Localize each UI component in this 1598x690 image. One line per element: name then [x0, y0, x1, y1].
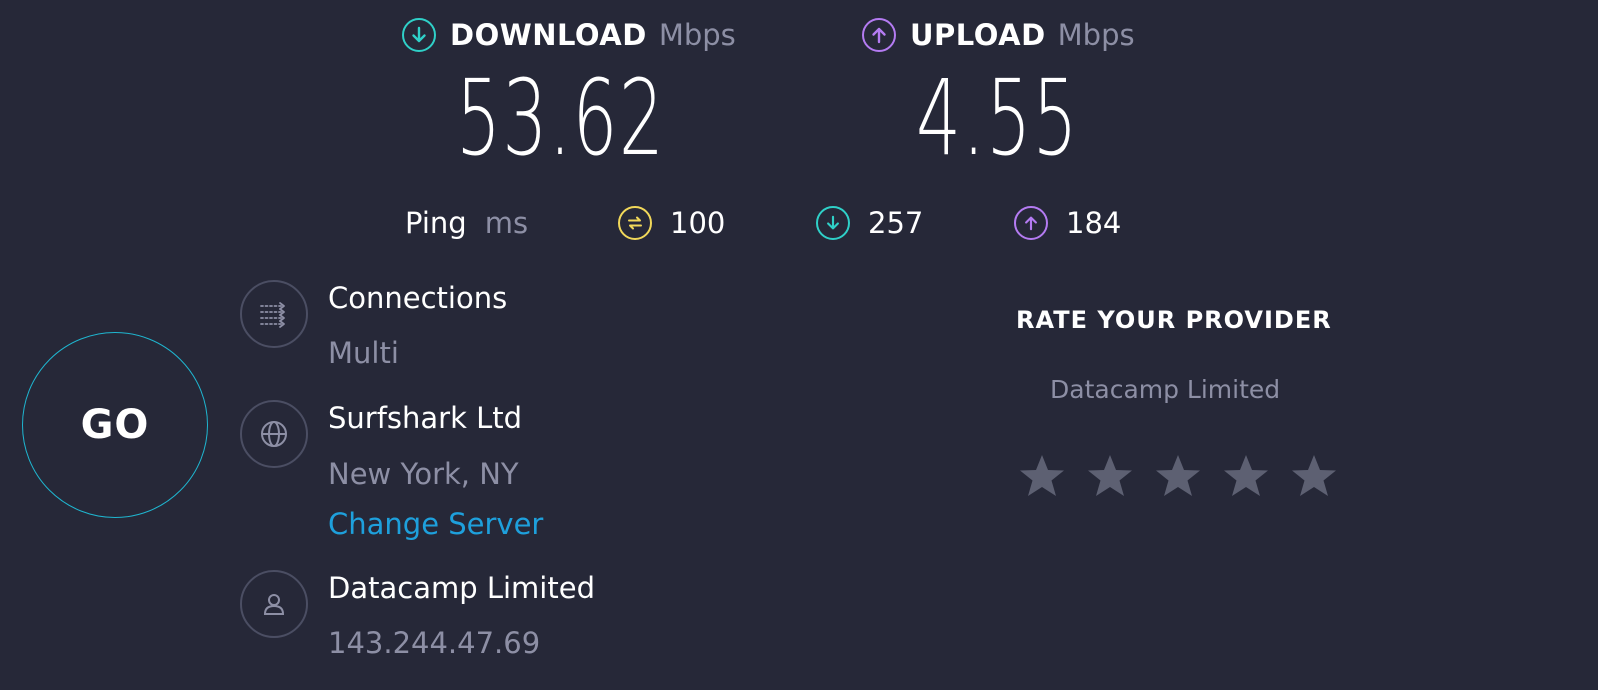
- download-arrow-icon: [816, 206, 850, 240]
- ping-upload-value: 184: [1066, 206, 1122, 240]
- upload-arrow-icon: [1014, 206, 1048, 240]
- upload-arrow-icon: [862, 18, 896, 52]
- go-button[interactable]: GO: [22, 332, 208, 518]
- change-server-link[interactable]: Change Server: [328, 507, 543, 541]
- download-header: DOWNLOAD Mbps: [402, 18, 736, 52]
- connections-value: Multi: [328, 336, 399, 370]
- ping-download: 257: [816, 206, 923, 240]
- server-location: New York, NY: [328, 457, 519, 491]
- star-icon[interactable]: [1154, 452, 1202, 500]
- star-icon[interactable]: [1222, 452, 1270, 500]
- globe-icon: [240, 400, 308, 468]
- star-icon[interactable]: [1086, 452, 1134, 500]
- isp-ip: 143.244.47.69: [328, 626, 541, 660]
- ping-download-value: 257: [868, 206, 924, 240]
- rating-stars: [1018, 452, 1338, 500]
- connections-title: Connections: [328, 281, 508, 315]
- download-value: 53.62: [456, 57, 666, 179]
- upload-unit: Mbps: [1057, 18, 1135, 52]
- download-arrow-icon: [402, 18, 436, 52]
- ping-heading: Ping ms: [405, 206, 528, 240]
- user-icon: [240, 570, 308, 638]
- download-unit: Mbps: [658, 18, 736, 52]
- star-icon[interactable]: [1290, 452, 1338, 500]
- upload-label: UPLOAD: [910, 18, 1046, 52]
- rate-provider-name: Datacamp Limited: [1050, 375, 1281, 404]
- ping-unit: ms: [484, 206, 529, 240]
- server-name: Surfshark Ltd: [328, 401, 523, 435]
- isp-name: Datacamp Limited: [328, 571, 595, 605]
- upload-header: UPLOAD Mbps: [862, 18, 1135, 52]
- ping-upload: 184: [1014, 206, 1121, 240]
- star-icon[interactable]: [1018, 452, 1066, 500]
- connections-icon: [240, 280, 308, 348]
- ping-label: Ping: [405, 206, 467, 240]
- ping-idle: 100: [618, 206, 725, 240]
- upload-value: 4.55: [916, 57, 1079, 179]
- ping-idle-value: 100: [670, 206, 726, 240]
- ping-idle-icon: [618, 206, 652, 240]
- download-label: DOWNLOAD: [450, 18, 647, 52]
- rate-provider-title: RATE YOUR PROVIDER: [1016, 306, 1332, 334]
